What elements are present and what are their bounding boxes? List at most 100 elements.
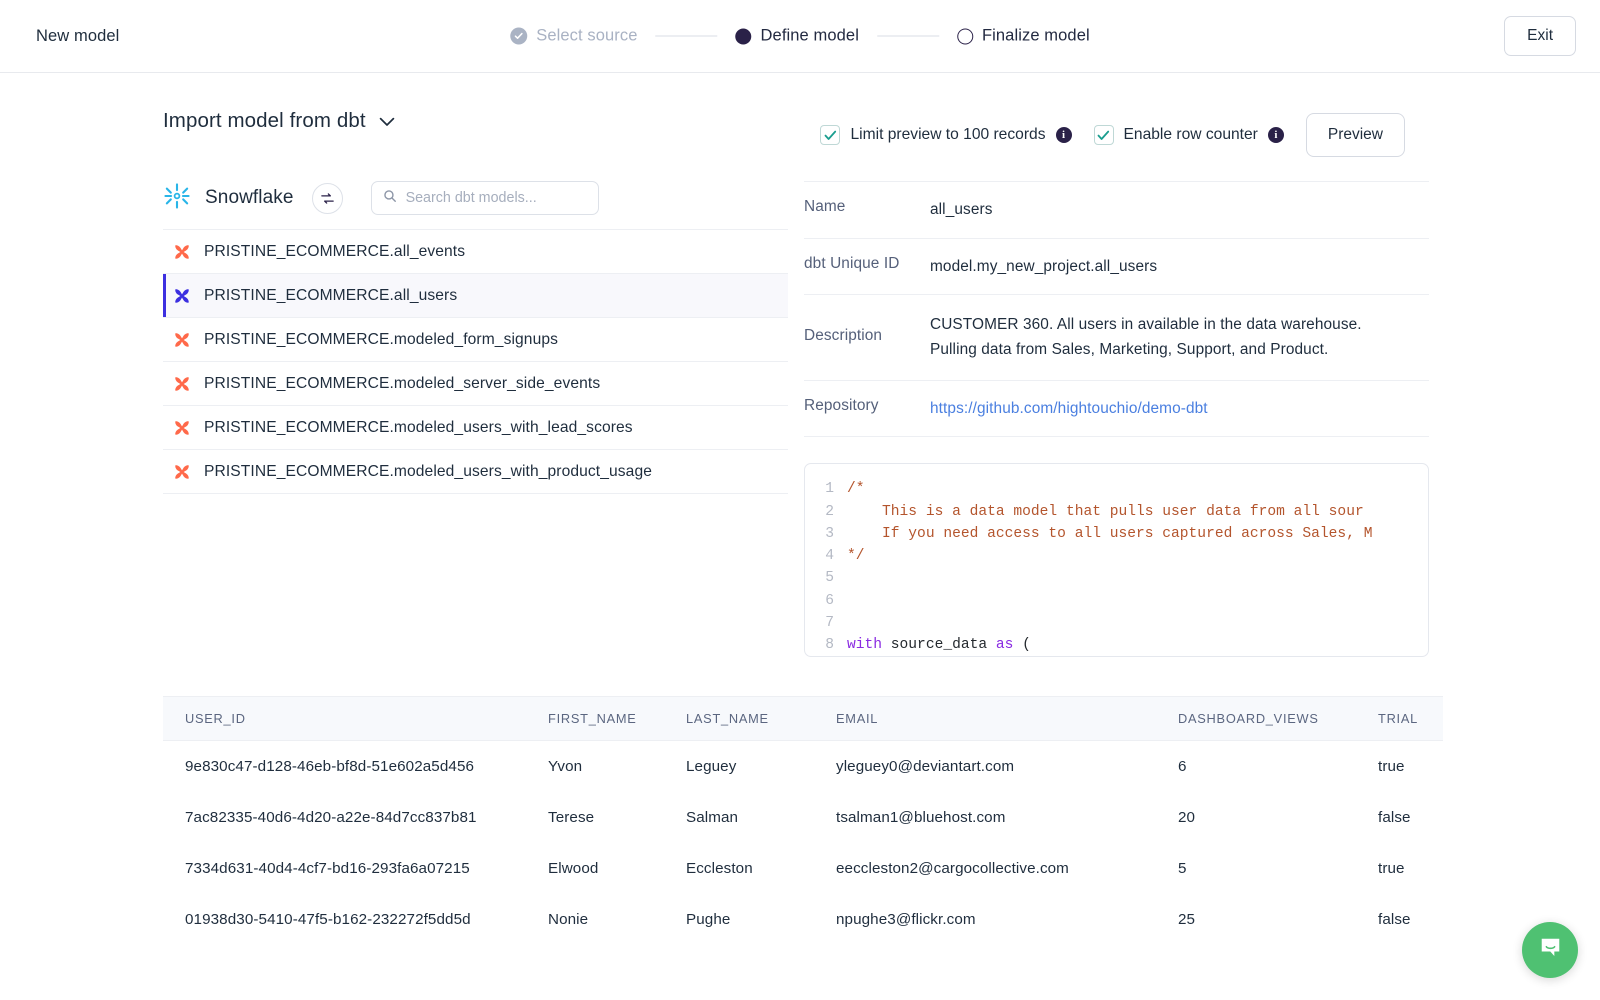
chevron-down-icon [379, 109, 395, 133]
detail-value-name: all_users [930, 201, 993, 218]
line-number: 5 [825, 570, 834, 587]
table-cell: Terese [548, 809, 595, 827]
detail-key: dbt Unique ID [804, 254, 900, 272]
search-models-box[interactable] [370, 181, 599, 215]
table-row: 7ac82335-40d6-4d20-a22e-84d7cc837b81 Tere… [163, 792, 1443, 843]
list-item-label: PRISTINE_ECOMMERCE.modeled_users_with_le… [204, 418, 633, 436]
dbt-logo-icon [175, 244, 189, 259]
column-header[interactable]: LAST_NAME [686, 696, 836, 742]
limit-preview-checkbox[interactable] [820, 125, 841, 145]
table-cell: eeccleston2@cargocollective.com [836, 860, 1069, 878]
step-define-model[interactable]: Define model [735, 26, 859, 46]
detail-row-description: Description CUSTOMER 360. All users in a… [804, 295, 1429, 381]
description-line-1: CUSTOMER 360. All users in available in … [930, 316, 1362, 334]
info-icon[interactable]: i [1267, 127, 1284, 143]
model-detail-table: Name all_users dbt Unique ID model.my_ne… [804, 181, 1429, 438]
table-cell: false [1378, 911, 1411, 929]
source-row: Snowflake [163, 181, 788, 215]
step-connector [655, 35, 718, 37]
list-item-label: PRISTINE_ECOMMERCE.all_events [204, 242, 466, 260]
model-browser: Snowflake PRISTINE_ECOMMERCE [0, 181, 1600, 658]
step-connector [876, 35, 939, 37]
source-name: Snowflake [205, 187, 294, 208]
code-line: 7 [805, 612, 1428, 634]
code-line: 4 */ [805, 545, 1428, 567]
detail-row-repository: Repository https://github.com/hightouchi… [804, 381, 1429, 438]
code-text: */ [847, 548, 865, 565]
list-item[interactable]: PRISTINE_ECOMMERCE.all_events [163, 230, 788, 274]
detail-key: Repository [804, 396, 879, 414]
column-header[interactable]: FIRST_NAME [548, 696, 686, 742]
column-header[interactable]: USER_ID [163, 696, 548, 742]
dbt-logo-icon [175, 332, 189, 347]
dbt-model-list: PRISTINE_ECOMMERCE.all_events PRISTINE_EC… [163, 229, 788, 494]
table-cell: npughe3@flickr.com [836, 911, 976, 929]
table-cell: Leguey [686, 758, 737, 776]
dbt-logo-icon [175, 464, 189, 479]
code-line: 6 [805, 590, 1428, 612]
list-item-label: PRISTINE_ECOMMERCE.modeled_server_side_e… [204, 374, 601, 392]
dbt-logo-icon [173, 375, 191, 393]
import-model-source-dropdown[interactable]: Import model from dbt [163, 109, 395, 133]
sql-code-preview[interactable]: 1 /* 2 This is a data model that pulls use… [804, 463, 1429, 658]
column-header[interactable]: TRIAL [1378, 696, 1443, 742]
column-header[interactable]: DASHBOARD_VIEWS [1178, 696, 1378, 742]
exit-button[interactable]: Exit [1504, 16, 1576, 56]
info-icon[interactable]: i [1055, 127, 1072, 143]
page-title: New model [36, 26, 120, 45]
table-cell: yleguey0@deviantart.com [836, 758, 1015, 776]
dbt-logo-icon [173, 331, 191, 349]
limit-preview-checkbox-group: Limit preview to 100 records i [820, 125, 1072, 145]
table-cell: 9e830c47-d128-46eb-bf8d-51e602a5d456 [185, 758, 475, 776]
column-header[interactable]: EMAIL [836, 696, 1178, 742]
search-icon [383, 189, 397, 208]
line-number: 1 [825, 481, 834, 498]
table-cell: Yvon [548, 758, 583, 776]
repository-link[interactable]: https://github.com/hightouchio/demo-dbt [930, 400, 1208, 417]
model-detail-panel: Name all_users dbt Unique ID model.my_ne… [804, 181, 1429, 658]
line-number: 6 [825, 592, 834, 609]
dbt-logo-icon [175, 420, 189, 435]
detail-value-description: CUSTOMER 360. All users in available in … [930, 313, 1362, 362]
detail-key: Description [804, 327, 883, 345]
chat-support-button[interactable] [1522, 922, 1578, 978]
list-item-label: PRISTINE_ECOMMERCE.modeled_users_with_pr… [204, 462, 652, 480]
step-label: Define model [760, 26, 859, 45]
table-cell: true [1378, 758, 1405, 776]
list-item[interactable]: PRISTINE_ECOMMERCE.modeled_server_side_e… [163, 362, 788, 406]
code-line: 1 /* [805, 478, 1428, 500]
wizard-stepper: Select source Define model Finalize mode… [510, 26, 1090, 46]
table-row: 01938d30-5410-47f5-b162-232272f5dd5d Noni… [163, 894, 1443, 945]
dbt-logo-icon [175, 288, 189, 303]
step-label: Select source [536, 26, 638, 45]
toolbar-row: Import model from dbt Limit preview to 1… [0, 73, 1600, 157]
step-finalize-model[interactable]: Finalize model [956, 27, 1090, 46]
list-item[interactable]: PRISTINE_ECOMMERCE.modeled_users_with_pr… [163, 450, 788, 494]
detail-value-repository: https://github.com/hightouchio/demo-dbt [930, 397, 1208, 422]
code-line: 2 This is a data model that pulls user d… [805, 501, 1428, 523]
code-text: /* [847, 481, 865, 498]
table-cell: 7334d631-40d4-4cf7-bd16-293fa6a07215 [185, 860, 470, 878]
list-item[interactable]: PRISTINE_ECOMMERCE.modeled_form_signups [163, 318, 788, 362]
table-cell: 25 [1178, 911, 1196, 929]
list-item[interactable]: PRISTINE_ECOMMERCE.all_users [163, 274, 788, 318]
list-item[interactable]: PRISTINE_ECOMMERCE.modeled_users_with_le… [163, 406, 788, 450]
table-cell: 01938d30-5410-47f5-b162-232272f5dd5d [185, 911, 471, 929]
table-cell: tsalman1@bluehost.com [836, 809, 1006, 827]
detail-value-unique-id: model.my_new_project.all_users [930, 257, 1158, 275]
code-text: If you need access to all users captured… [847, 525, 1373, 542]
table-cell: Eccleston [686, 860, 753, 878]
search-input[interactable] [405, 190, 590, 206]
table-cell: 5 [1178, 860, 1187, 878]
detail-row-name: Name all_users [804, 182, 1429, 239]
limit-preview-label: Limit preview to 100 records [850, 126, 1046, 143]
table-cell: Pughe [686, 911, 731, 929]
row-counter-checkbox[interactable] [1093, 125, 1114, 145]
step-select-source[interactable]: Select source [510, 27, 637, 46]
preview-button[interactable]: Preview [1305, 113, 1405, 157]
table-cell: 20 [1178, 809, 1196, 827]
model-list-panel: Snowflake PRISTINE_ECOMMERCE [163, 181, 788, 657]
swap-source-button[interactable] [311, 182, 343, 214]
